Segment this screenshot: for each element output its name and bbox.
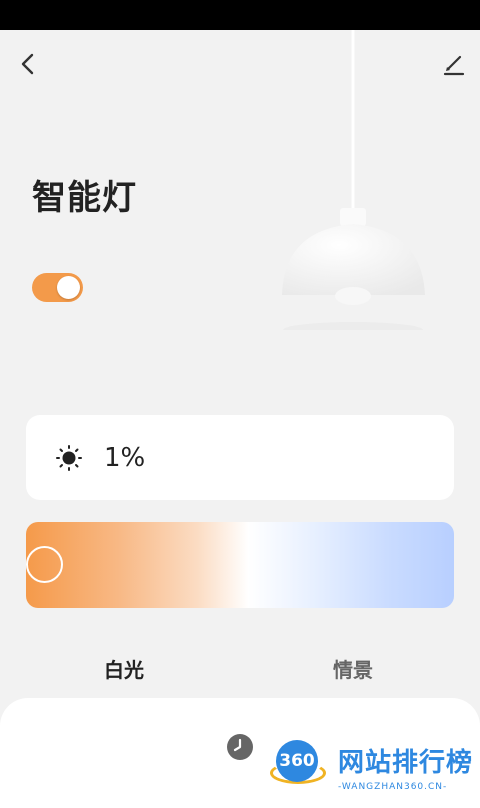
watermark-text: 网站排行榜 <box>338 748 474 778</box>
pencil-icon <box>443 55 465 76</box>
edit-button[interactable] <box>440 50 468 78</box>
chevron-left-icon <box>21 53 34 75</box>
slider-thumb[interactable] <box>26 546 63 583</box>
clock-icon[interactable] <box>226 733 254 761</box>
page-title: 智能灯 <box>32 178 137 218</box>
brightness-value: 1% <box>104 443 146 473</box>
toggle-knob <box>57 276 80 299</box>
tab-scene[interactable]: 情景 <box>333 654 373 683</box>
pendant-lamp-illustration <box>282 30 425 330</box>
color-temperature-slider[interactable] <box>26 522 454 608</box>
brightness-card[interactable]: 1% <box>26 415 454 500</box>
status-bar <box>0 0 480 30</box>
tab-white-light[interactable]: 白光 <box>104 654 144 683</box>
watermark-logo: 360 网站排行榜 -WANGZHAN360.CN- <box>270 738 480 800</box>
power-toggle[interactable] <box>32 273 83 302</box>
sun-icon <box>56 445 82 471</box>
watermark-badge: 360 <box>276 740 318 782</box>
watermark-subtext: -WANGZHAN360.CN- <box>338 782 448 792</box>
back-button[interactable] <box>14 50 42 78</box>
